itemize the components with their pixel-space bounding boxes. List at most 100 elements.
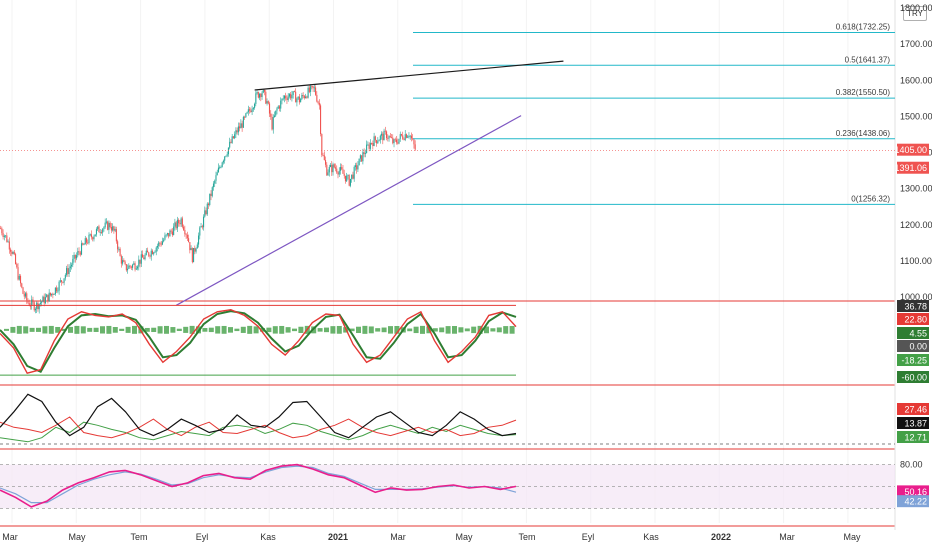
- candle-body: [137, 266, 139, 269]
- candle-body: [57, 290, 59, 292]
- candle-body: [381, 133, 383, 136]
- stoch-histogram-bar: [324, 327, 329, 333]
- candle-body: [23, 293, 25, 297]
- candle-body: [301, 95, 303, 100]
- stoch-histogram-bar: [48, 325, 54, 334]
- candle-body: [141, 254, 144, 258]
- candle-body: [104, 222, 106, 228]
- candle-body: [190, 248, 192, 251]
- time-tick-label: Eyl: [196, 532, 209, 542]
- stoch-histogram-bar: [125, 326, 131, 333]
- candle-body: [163, 239, 165, 242]
- candle-body: [382, 133, 384, 141]
- candle-body: [122, 260, 124, 264]
- candle-body: [395, 139, 398, 143]
- candle-body: [409, 135, 411, 137]
- chart-canvas: 0.618(1732.25) 0.5(1641.37) 0.382(1550.50)…: [0, 0, 932, 542]
- candle-body: [357, 165, 359, 170]
- candle-body: [67, 268, 69, 275]
- candle-body: [339, 167, 342, 171]
- stoch-histogram-bar: [413, 326, 419, 334]
- candle-body: [194, 248, 196, 252]
- candle-body: [73, 254, 75, 260]
- candle-body: [48, 292, 50, 302]
- stoch-histogram-bar: [356, 326, 361, 334]
- candle-body: [392, 137, 394, 144]
- candle-body: [254, 103, 256, 108]
- candle-body: [405, 134, 408, 138]
- candle-body: [18, 275, 20, 280]
- candle-body: [389, 136, 391, 138]
- candle-body: [115, 229, 117, 242]
- candle-body: [281, 98, 283, 101]
- candle-body: [305, 96, 307, 98]
- time-tick-label: Tem: [130, 532, 147, 542]
- candle-body: [331, 164, 333, 173]
- fib-level-label: 0.382(1550.50): [836, 88, 891, 97]
- candle-body: [388, 136, 390, 139]
- candle-body: [275, 110, 277, 116]
- candle-body: [77, 251, 79, 256]
- candle-body: [344, 175, 347, 182]
- stoch-histogram-bar: [240, 326, 246, 333]
- candle-body: [98, 226, 100, 233]
- candle-body: [247, 109, 249, 113]
- candle-body: [326, 164, 328, 176]
- candle-body: [146, 250, 149, 253]
- candle-body: [68, 268, 70, 275]
- candle-body: [17, 267, 19, 280]
- candle-body: [160, 243, 162, 245]
- time-tick-label: May: [455, 532, 473, 542]
- candle-body: [206, 203, 208, 215]
- candle-body: [402, 135, 404, 139]
- candle-body: [39, 302, 41, 304]
- candle-body: [153, 252, 155, 255]
- candle-body: [259, 93, 261, 98]
- candle-body: [180, 218, 182, 225]
- candle-body: [113, 226, 115, 231]
- stoch-histogram-bar: [36, 327, 41, 332]
- candle-body: [295, 91, 297, 103]
- candle-body: [175, 222, 177, 229]
- candle-body: [400, 134, 403, 136]
- candle-body: [183, 226, 185, 230]
- price-tick-label: 1100.00: [900, 256, 932, 266]
- stoch-d-line: [0, 310, 517, 373]
- candle-body: [123, 260, 125, 262]
- candle-body: [387, 138, 389, 139]
- candle-body: [311, 86, 313, 87]
- candle-body: [320, 105, 322, 134]
- candle-body: [232, 136, 234, 139]
- time-tick-label: 2021: [328, 532, 348, 542]
- stoch-badge: -60.00: [901, 373, 927, 383]
- candle-body: [278, 106, 281, 109]
- candle-body: [3, 235, 5, 237]
- candle-body: [24, 293, 27, 297]
- candle-body: [230, 141, 232, 143]
- stoch-badge: 0.00: [909, 342, 927, 352]
- stoch-histogram-bar: [285, 327, 291, 333]
- candle-body: [239, 126, 241, 129]
- candle-body: [332, 164, 334, 173]
- candle-body: [282, 98, 284, 100]
- candle-body: [225, 155, 227, 157]
- candle-body: [234, 134, 236, 139]
- candle-body: [196, 244, 198, 249]
- candle-body: [250, 110, 252, 113]
- candle-body: [174, 222, 176, 227]
- candle-body: [158, 242, 160, 246]
- candle-body: [168, 232, 170, 237]
- stoch-histogram-bar: [272, 326, 278, 334]
- candle-body: [159, 242, 161, 244]
- candle-body: [144, 254, 146, 260]
- candle-body: [377, 141, 379, 144]
- candle-body: [240, 123, 242, 129]
- stoch-histogram-bar: [253, 326, 259, 334]
- candle-body: [297, 96, 299, 99]
- candle-body: [156, 245, 159, 248]
- stoch-histogram-bar: [247, 325, 253, 334]
- candle-body: [268, 103, 271, 114]
- stoch-histogram-bar: [266, 327, 272, 333]
- candle-body: [59, 280, 61, 282]
- candle-body: [407, 136, 409, 138]
